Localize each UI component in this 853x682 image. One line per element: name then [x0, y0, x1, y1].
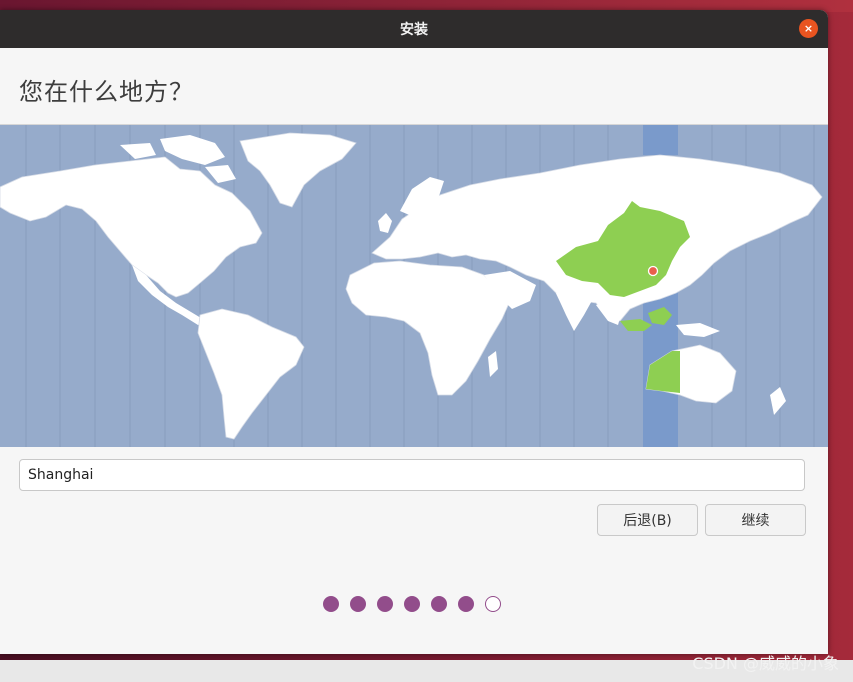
title-bar: 安装 ×	[0, 10, 828, 48]
continue-button[interactable]: 继续	[705, 504, 806, 536]
close-button[interactable]: ×	[799, 19, 818, 38]
progress-dot-current	[485, 596, 501, 612]
progress-dot	[458, 596, 474, 612]
continent-greenland	[239, 132, 357, 208]
back-button[interactable]: 后退(B)	[597, 504, 698, 536]
timezone-map[interactable]	[0, 124, 828, 447]
world-map-icon	[0, 125, 823, 447]
location-pin-icon	[647, 265, 659, 277]
installer-window: 安装 × 您在什么地方？ Shanghai 后退(B) 继续	[0, 10, 828, 654]
back-button-label: 后退(B)	[623, 513, 672, 529]
continent-south-america	[197, 308, 305, 440]
progress-dot	[323, 596, 339, 612]
page-title: 您在什么地方？	[19, 78, 194, 106]
progress-dots	[323, 596, 501, 612]
watermark-text: CSDN @威威的小象	[692, 654, 839, 673]
continue-button-label: 继续	[741, 513, 770, 529]
progress-dot	[377, 596, 393, 612]
progress-dot	[404, 596, 420, 612]
close-icon: ×	[803, 22, 814, 35]
window-title: 安装	[400, 22, 428, 38]
continent-africa	[345, 260, 511, 396]
timezone-band	[643, 125, 678, 155]
location-input[interactable]	[19, 459, 805, 491]
progress-dot	[350, 596, 366, 612]
progress-dot	[431, 596, 447, 612]
